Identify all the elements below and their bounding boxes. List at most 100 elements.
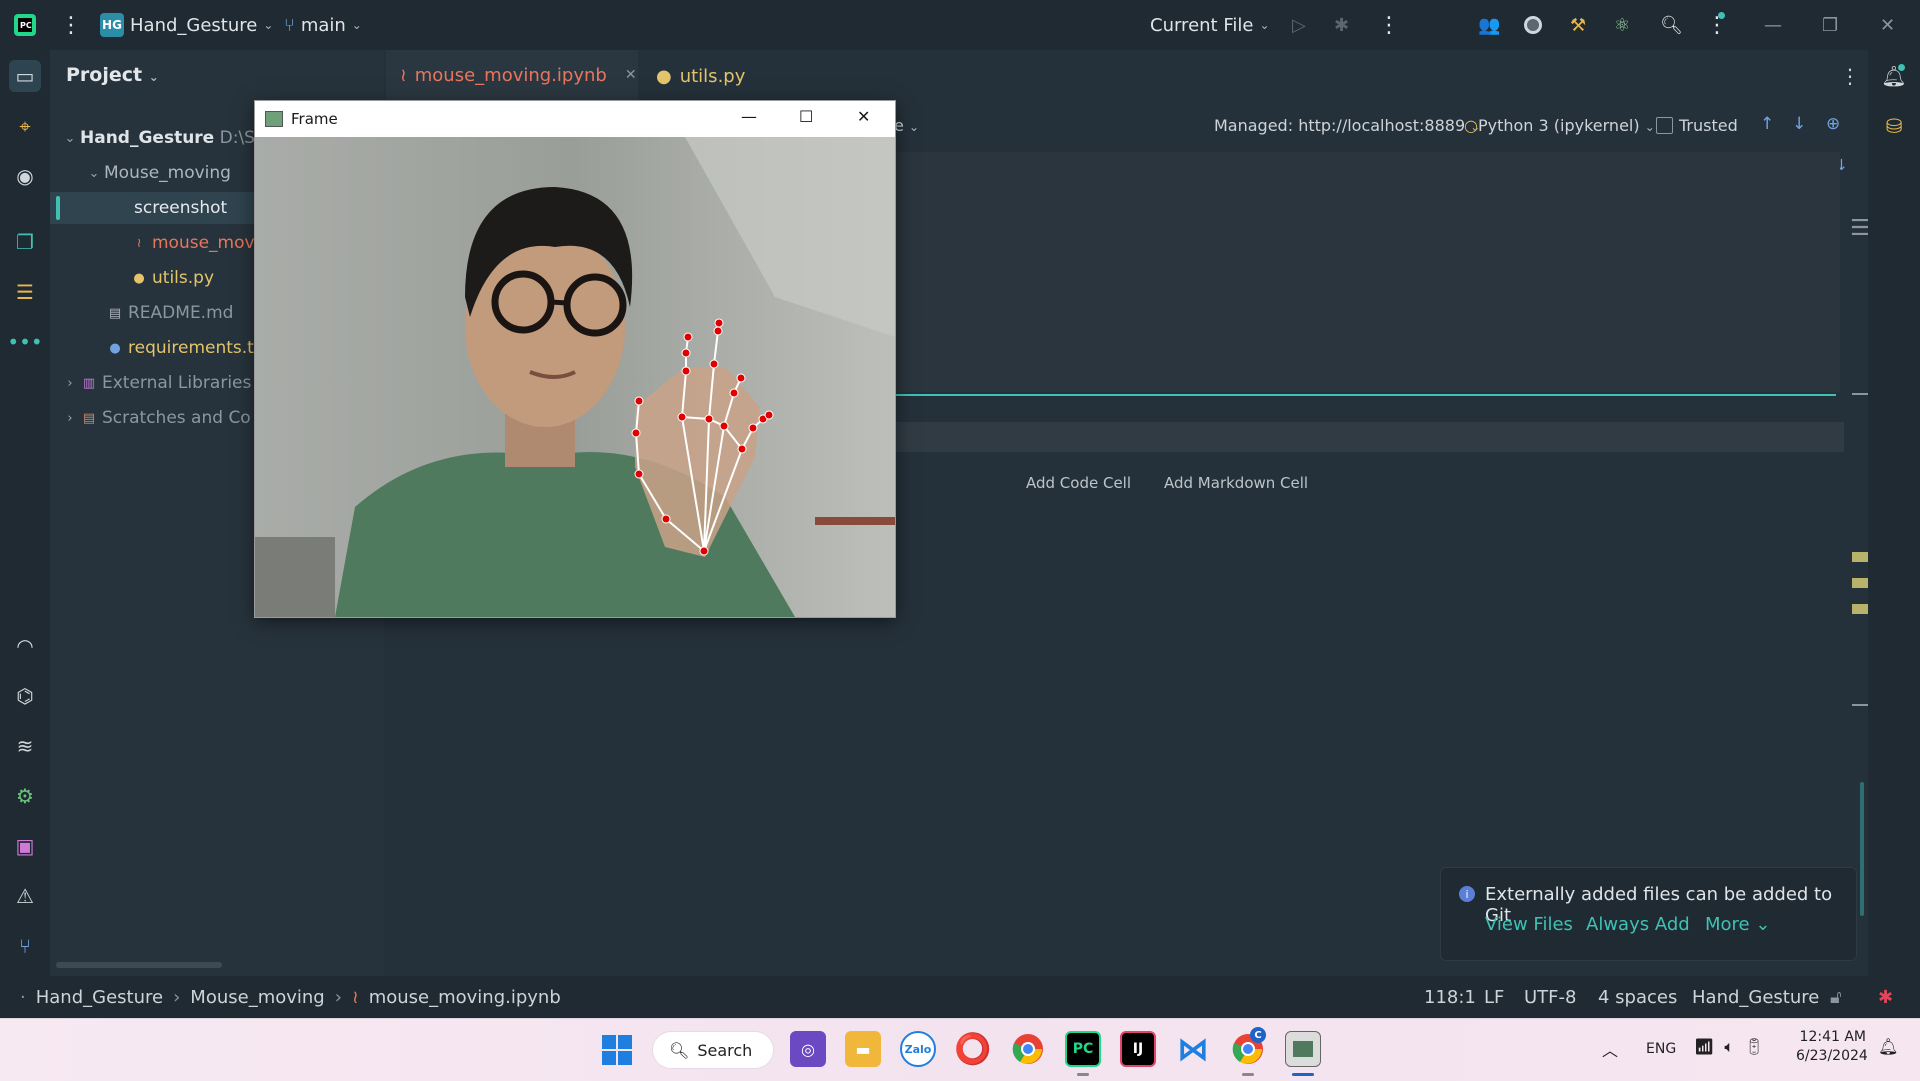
restore-window-icon[interactable]: ❐ <box>1822 0 1838 50</box>
windows-start-icon[interactable] <box>602 1035 632 1065</box>
settings-menu-icon[interactable]: ⋮ <box>1706 0 1728 50</box>
chevron-down-icon: ⌄ <box>64 130 76 146</box>
tab-utils-py[interactable]: ● utils.py <box>642 50 759 102</box>
branch-switcher[interactable]: ⑂ main ⌄ <box>284 0 362 50</box>
breadcrumb-item[interactable]: Hand_Gesture <box>36 987 163 1008</box>
breadcrumb-item[interactable]: mouse_moving.ipynb <box>369 987 561 1008</box>
services-icon[interactable]: ⚙ <box>9 780 41 812</box>
tab-options-icon[interactable]: ⋮ <box>1840 64 1860 88</box>
git-icon[interactable]: ⑂ <box>9 930 41 962</box>
show-hidden-icons-chevron[interactable]: ︿ <box>1602 1037 1618 1061</box>
close-window-icon[interactable]: ✕ <box>1880 0 1895 50</box>
problems-icon[interactable]: ⚠ <box>9 880 41 912</box>
trusted-checkbox[interactable] <box>1656 117 1673 134</box>
tab-mouse-moving-ipynb[interactable]: ≀ mouse_moving.ipynb ✕ <box>386 50 638 102</box>
commit-tool-icon[interactable]: ⌖ <box>9 110 41 142</box>
ide-errors-icon[interactable]: ✱ <box>1878 976 1893 1018</box>
line-separator[interactable]: LF <box>1484 976 1504 1018</box>
tree-item-readme[interactable]: ▤ README.md <box>50 297 234 329</box>
run-icon[interactable]: ▷ <box>1292 0 1306 50</box>
language-indicator[interactable]: ENG <box>1646 1041 1676 1057</box>
frame-minimize-icon[interactable]: — <box>741 107 757 126</box>
trusted-toggle[interactable]: Trusted <box>1656 116 1738 135</box>
python-interpreter[interactable]: Hand_Gesture <box>1692 976 1819 1018</box>
title-bar: PC ⋮ HG Hand_Gesture ⌄ ⑂ main ⌄ Current … <box>0 0 1920 50</box>
move-down-icon[interactable]: ↓ <box>1792 114 1806 134</box>
bookmarks-icon[interactable]: ❐ <box>9 226 41 258</box>
breadcrumb: · Hand_Gesture › Mouse_moving › ≀ mouse_… <box>20 986 561 1008</box>
pycharm-logo-icon[interactable]: PC <box>12 0 38 50</box>
ai-assistant-icon[interactable]: ⚛ <box>1614 0 1630 50</box>
structure-icon[interactable]: ☰ <box>9 276 41 308</box>
database-icon[interactable]: ⛁ <box>1878 110 1910 142</box>
frame-window[interactable]: Frame — ☐ ✕ <box>254 100 896 618</box>
frame-title-bar[interactable]: Frame — ☐ ✕ <box>255 101 895 137</box>
python-packages-icon[interactable]: ◠ <box>9 630 41 662</box>
cell-outline-icon[interactable]: ☰ <box>1850 216 1870 241</box>
terminal-icon[interactable]: ▣ <box>9 830 41 862</box>
frame-close-icon[interactable]: ✕ <box>857 107 870 126</box>
project-panel-title[interactable]: Project ⌄ <box>66 64 159 86</box>
pycharm-taskbar-icon[interactable]: PC <box>1065 1031 1101 1067</box>
debug-icon[interactable]: ✱ <box>1334 0 1349 50</box>
code-cell[interactable] <box>894 422 1844 452</box>
chrome-profile-icon[interactable]: C <box>1230 1027 1266 1067</box>
always-add-link[interactable]: Always Add <box>1586 914 1690 935</box>
github-icon[interactable]: ◉ <box>9 160 41 192</box>
more-tools-icon[interactable]: ••• <box>7 326 42 358</box>
code-with-me-icon[interactable]: 👥 <box>1478 0 1500 50</box>
intellij-taskbar-icon[interactable]: IJ <box>1120 1031 1156 1067</box>
zalo-icon[interactable]: Zalo <box>900 1031 936 1067</box>
tree-item-notebook[interactable]: ≀ mouse_movi <box>50 227 260 259</box>
vscode-icon[interactable]: ⋈ <box>1175 1030 1211 1068</box>
gutter-marker <box>1852 552 1868 562</box>
close-tab-icon[interactable]: ✕ <box>625 67 637 83</box>
tree-item-scratches[interactable]: › ▤ Scratches and Co <box>50 402 250 434</box>
taskbar-search[interactable]: 🔍︎ Search <box>652 1031 774 1069</box>
kernel-selector[interactable]: ○Python 3 (ipykernel) ⌄ <box>1464 116 1655 135</box>
add-markdown-cell-button[interactable]: Add Markdown Cell <box>1164 474 1308 492</box>
notifications-icon[interactable]: 🔔︎ <box>1878 60 1910 92</box>
tree-item-external-libraries[interactable]: › ▥ External Libraries <box>50 367 251 399</box>
chevron-down-icon: ⌄ <box>263 18 274 32</box>
view-files-link[interactable]: View Files <box>1485 914 1573 935</box>
wifi-icon: 📶︎ <box>1694 1037 1715 1056</box>
cursor-position[interactable]: 118:1 <box>1424 976 1476 1018</box>
chrome-icon[interactable] <box>1010 1031 1046 1067</box>
jupyter-server-selector[interactable]: Managed: http://localhost:8889 ⌄ <box>1214 116 1480 135</box>
file-encoding[interactable]: UTF-8 <box>1524 976 1576 1018</box>
tree-item-mouse-moving[interactable]: ⌄ Mouse_moving <box>50 157 231 189</box>
file-explorer-icon[interactable]: ▬ <box>845 1031 881 1067</box>
tree-item-root[interactable]: ⌄ Hand_Gesture D:\S <box>50 122 255 154</box>
tools-icon[interactable]: ⚒ <box>1570 0 1586 50</box>
record-icon[interactable] <box>1524 0 1542 50</box>
search-icon[interactable]: 🔍︎ <box>1660 0 1683 50</box>
app-icon-assistant[interactable]: ◎ <box>790 1031 826 1067</box>
lock-icon[interactable]: 🔓︎ <box>1830 976 1842 1018</box>
indent-setting[interactable]: 4 spaces <box>1598 976 1677 1018</box>
layers-icon[interactable]: ≋ <box>9 730 41 762</box>
horizontal-scrollbar[interactable] <box>56 962 222 968</box>
vertical-scrollbar[interactable] <box>1860 782 1864 916</box>
add-code-cell-button[interactable]: Add Code Cell <box>1026 474 1131 492</box>
main-menu-icon[interactable]: ⋮ <box>60 0 82 50</box>
python-console-icon[interactable]: ⌬ <box>9 680 41 712</box>
frame-window-taskbar-icon[interactable] <box>1285 1031 1321 1067</box>
minimize-window-icon[interactable]: — <box>1764 0 1782 50</box>
tree-item-requirements[interactable]: ● requirements.tx <box>50 332 264 364</box>
cell-type-selector[interactable]: e ⌄ <box>894 116 919 135</box>
project-tool-icon[interactable]: ▭ <box>9 60 41 92</box>
run-config-selector[interactable]: Current File ⌄ <box>1150 0 1270 50</box>
opera-icon[interactable]: ⭕ <box>954 1031 991 1067</box>
move-up-icon[interactable]: ↑ <box>1760 114 1774 134</box>
system-tray[interactable]: 📶︎ 🔈︎ 🔋︎ <box>1694 1037 1764 1057</box>
tree-item-utils[interactable]: ● utils.py <box>50 262 214 294</box>
clock[interactable]: 12:41 AM 6/23/2024 <box>1796 1029 1868 1064</box>
project-switcher[interactable]: HG Hand_Gesture ⌄ <box>100 0 273 50</box>
more-actions-icon[interactable]: ⋮ <box>1378 0 1400 50</box>
more-link[interactable]: More ⌄ <box>1705 914 1770 935</box>
globe-icon[interactable]: ⊕ <box>1826 114 1840 134</box>
notification-center-icon[interactable]: 🔔︎ <box>1878 1037 1898 1056</box>
breadcrumb-item[interactable]: Mouse_moving <box>190 987 324 1008</box>
frame-maximize-icon[interactable]: ☐ <box>799 107 813 126</box>
